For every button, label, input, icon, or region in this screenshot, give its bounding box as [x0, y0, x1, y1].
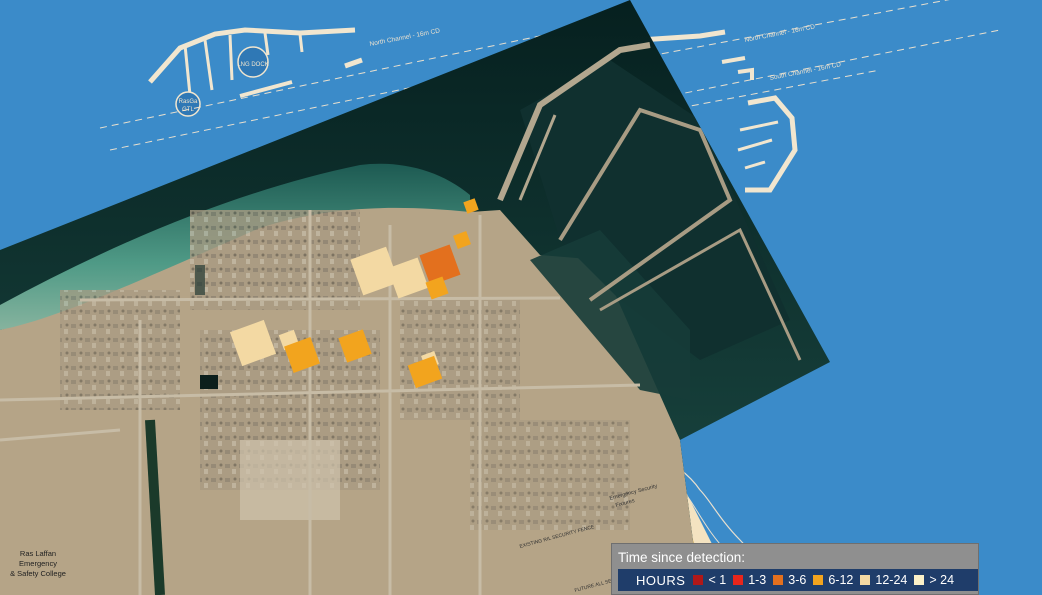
north-channel-label-right: North Channel - 16m CD	[744, 23, 816, 44]
legend-item-label: < 1	[708, 573, 727, 587]
legend-item: 12-24	[860, 573, 907, 587]
legend-bar: HOURS < 1 1-3 3-6 6-12 12-24 > 24	[618, 569, 978, 591]
south-channel-label: South Channel - 16m CD	[769, 61, 842, 82]
legend-item: 1-3	[733, 573, 766, 587]
legend-swatch	[773, 575, 784, 585]
ras-laffan-label-line3: & Safety College	[10, 569, 66, 578]
satellite-image	[0, 0, 830, 595]
legend-swatch	[860, 575, 871, 585]
legend-item-label: > 24	[929, 573, 955, 587]
legend: Time since detection: HOURS < 1 1-3 3-6 …	[611, 543, 979, 595]
north-channel-label-left: North Channel - 16m CD	[369, 27, 441, 48]
rasgas-label-line2: GTL	[182, 107, 194, 113]
lng-dock-label: LNG DOCK	[237, 62, 268, 68]
legend-item-label: 1-3	[748, 573, 767, 587]
legend-swatch	[813, 575, 824, 585]
legend-item-label: 12-24	[875, 573, 908, 587]
legend-item: < 1	[693, 573, 726, 587]
legend-swatch	[914, 575, 925, 585]
legend-item: > 24	[914, 573, 954, 587]
legend-swatch	[733, 575, 744, 585]
legend-item: 3-6	[773, 573, 806, 587]
legend-title: Time since detection:	[618, 550, 746, 565]
legend-swatch	[693, 575, 704, 585]
legend-units: HOURS	[636, 572, 686, 588]
legend-item-label: 6-12	[828, 573, 854, 587]
ras-laffan-label-line2: Emergency	[19, 559, 57, 568]
ras-laffan-label-line1: Ras Laffan	[20, 549, 56, 558]
legend-item-label: 3-6	[788, 573, 807, 587]
map-canvas[interactable]: LNG DOCK RasGa GTL North Channel - 16m C…	[0, 0, 1042, 595]
rasgas-label-line1: RasGa	[179, 99, 198, 105]
legend-item: 6-12	[813, 573, 853, 587]
